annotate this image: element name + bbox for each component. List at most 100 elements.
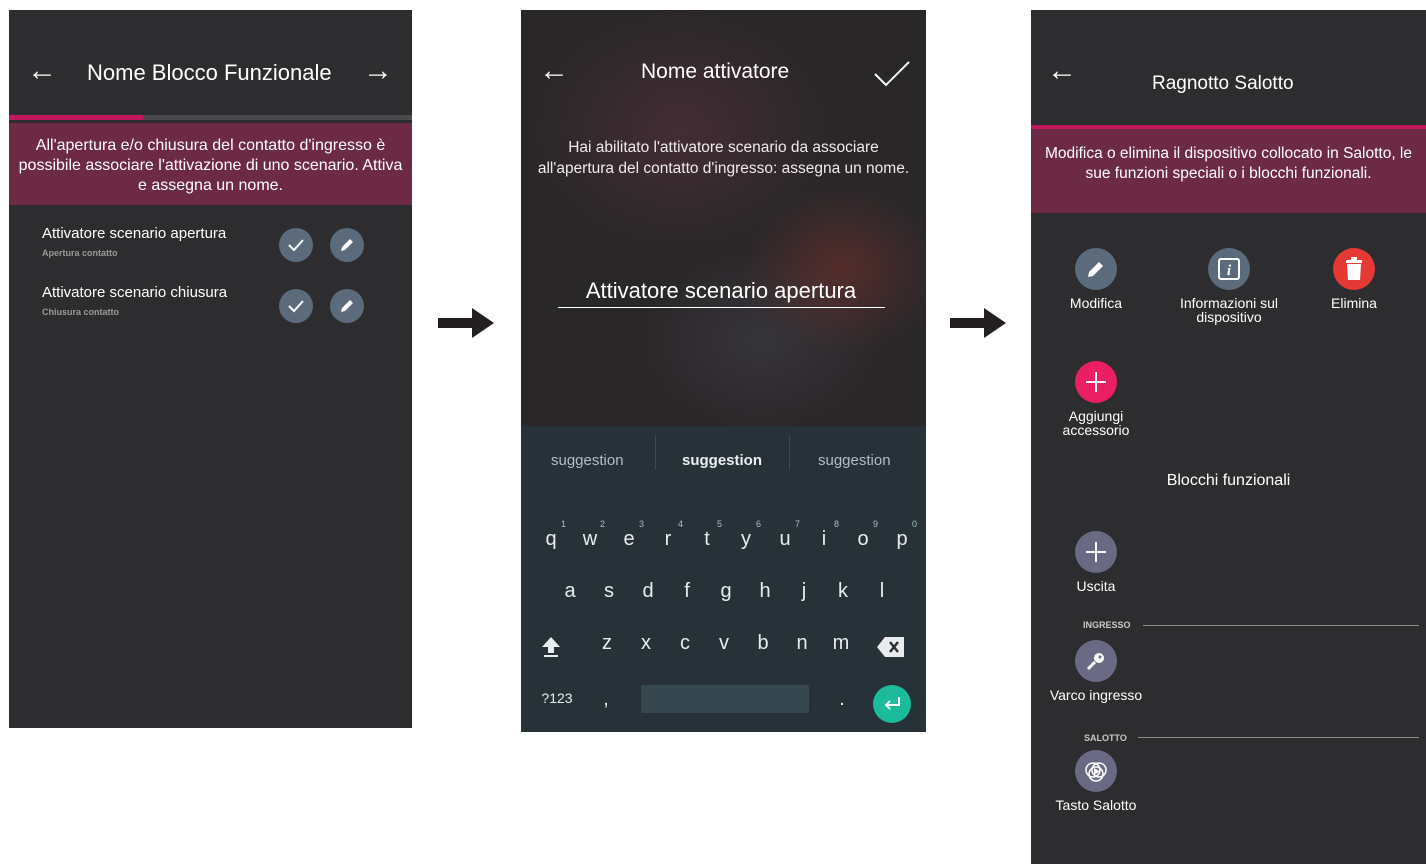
row-subtitle-apertura: Apertura contatto (42, 248, 118, 258)
key[interactable]: v (709, 632, 739, 655)
key[interactable]: f (672, 580, 702, 603)
name-input[interactable]: Attivatore scenario apertura (558, 278, 884, 304)
block-label: Tasto Salotto (1055, 797, 1137, 813)
screen-nome-attivatore: ← Nome attivatore Hai abilitato l'attiva… (521, 10, 926, 732)
key[interactable]: q1 (536, 519, 566, 551)
aggiungi-accessorio-action[interactable]: Aggiungi accessorio (1058, 361, 1134, 437)
key[interactable]: g (711, 580, 741, 603)
key-icon (1075, 640, 1117, 682)
space-bar[interactable] (641, 685, 809, 713)
informazioni-action[interactable]: i Informazioni sul dispositivo (1172, 248, 1286, 324)
shift-icon[interactable] (539, 634, 563, 658)
elimina-action[interactable]: Elimina (1316, 248, 1392, 310)
key[interactable]: i8 (809, 519, 839, 551)
key[interactable]: c (670, 632, 700, 655)
action-label: Informazioni sul dispositivo (1179, 295, 1279, 325)
tasto-salotto-block[interactable]: Tasto Salotto (1045, 750, 1147, 812)
key[interactable]: y6 (731, 519, 761, 551)
progress-fill (9, 115, 143, 120)
page-title: Nome Blocco Funzionale (87, 60, 332, 85)
soft-keyboard: suggestion suggestion suggestion q1 w2 e… (521, 426, 926, 732)
row-title-chiusura: Attivatore scenario chiusura (42, 284, 228, 301)
action-label: Modifica (1069, 295, 1123, 311)
pencil-icon (341, 300, 353, 312)
key[interactable]: e3 (614, 519, 644, 551)
flow-arrow-icon (950, 308, 1006, 338)
app-bar: ← Nome Blocco Funzionale → (9, 10, 412, 120)
modifica-action[interactable]: Modifica (1058, 248, 1134, 310)
key[interactable]: t5 (692, 519, 722, 551)
block-label: Uscita (1076, 578, 1116, 594)
screen-ragnotto-salotto: ← Ragnotto Salotto Modifica o elimina il… (1031, 10, 1426, 864)
key[interactable]: p0 (887, 519, 917, 551)
suggestion-divider (655, 436, 656, 470)
key[interactable]: h (750, 580, 780, 603)
group-divider (1138, 737, 1419, 738)
check-button[interactable] (279, 228, 313, 262)
key[interactable]: o9 (848, 519, 878, 551)
page-title: Nome attivatore (641, 60, 790, 83)
check-icon (288, 239, 304, 252)
key[interactable]: m (826, 632, 856, 655)
check-icon (288, 300, 304, 313)
back-arrow-icon[interactable]: ← (539, 56, 569, 86)
key[interactable]: n (787, 632, 817, 655)
group-label-salotto: SALOTTO (1084, 733, 1127, 743)
key[interactable]: u7 (770, 519, 800, 551)
info-banner: All'apertura e/o chiusura del contatto d… (9, 123, 412, 205)
edit-button[interactable] (330, 228, 364, 262)
suggestion-right[interactable]: suggestion (818, 452, 891, 469)
forward-arrow-icon[interactable]: → (363, 56, 393, 86)
key[interactable]: b (748, 632, 778, 655)
key[interactable]: s (594, 580, 624, 603)
key[interactable]: l (867, 580, 897, 603)
suggestion-center[interactable]: suggestion (682, 452, 762, 469)
comma-key[interactable]: , (591, 688, 621, 711)
group-label-ingresso: INGRESSO (1083, 620, 1131, 630)
scenario-icon (1075, 750, 1117, 792)
row-title-apertura: Attivatore scenario apertura (42, 225, 227, 242)
key[interactable]: w2 (575, 519, 605, 551)
description-text: Hai abilitato l'attivatore scenario da a… (537, 139, 910, 177)
key[interactable]: j (789, 580, 819, 603)
edit-button[interactable] (330, 289, 364, 323)
enter-button[interactable] (873, 685, 911, 723)
info-icon: i (1208, 248, 1250, 290)
plus-icon (1075, 361, 1117, 403)
screen-nome-blocco-funzionale: ← Nome Blocco Funzionale → All'apertura … (9, 10, 412, 728)
uscita-block[interactable]: Uscita (1058, 531, 1134, 593)
group-divider (1143, 625, 1419, 626)
info-banner: Modifica o elimina il dispositivo colloc… (1031, 129, 1426, 213)
action-label: Elimina (1331, 295, 1377, 311)
period-key[interactable]: . (827, 688, 857, 711)
back-arrow-icon[interactable]: ← (27, 56, 57, 86)
key[interactable]: k (828, 580, 858, 603)
symbols-key[interactable]: ?123 (537, 690, 577, 706)
key[interactable]: x (631, 632, 661, 655)
action-label: Aggiungi accessorio (1062, 408, 1130, 438)
svg-text:i: i (1227, 263, 1232, 279)
back-arrow-icon[interactable]: ← (1047, 56, 1077, 86)
enter-icon (884, 697, 900, 710)
plus-icon (1075, 531, 1117, 573)
key[interactable]: r4 (653, 519, 683, 551)
backspace-icon[interactable] (876, 636, 906, 658)
progress-bar (9, 115, 412, 120)
suggestion-left[interactable]: suggestion (551, 452, 624, 469)
key[interactable]: z (592, 632, 622, 655)
key[interactable]: d (633, 580, 663, 603)
suggestion-divider (789, 436, 790, 470)
section-title: Blocchi funzionali (1166, 472, 1291, 489)
pencil-icon (341, 239, 353, 251)
flow-arrow-icon (438, 308, 494, 338)
row-subtitle-chiusura: Chiusura contatto (42, 307, 120, 317)
check-button[interactable] (279, 289, 313, 323)
key[interactable]: a (555, 580, 585, 603)
trash-icon (1333, 248, 1375, 290)
confirm-check-icon[interactable] (873, 60, 911, 88)
block-label: Varco ingresso (1049, 687, 1143, 703)
varco-ingresso-block[interactable]: Varco ingresso (1045, 640, 1147, 702)
pencil-icon (1075, 248, 1117, 290)
input-underline (558, 307, 885, 308)
page-title: Ragnotto Salotto (1152, 73, 1294, 94)
